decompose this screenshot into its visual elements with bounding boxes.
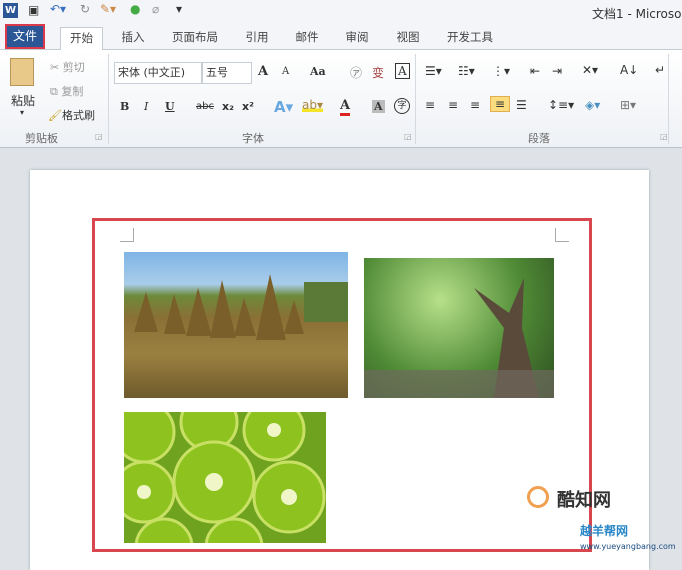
clipboard-launcher-icon[interactable]: ◲ <box>95 132 103 141</box>
selection-highlight-box <box>92 218 592 552</box>
color-icon[interactable]: ● <box>130 2 140 16</box>
tab-developer[interactable]: 开发工具 <box>442 27 498 50</box>
char-shading-button[interactable]: A <box>372 100 385 113</box>
paragraph-group-label: 段落 <box>528 132 550 145</box>
align-right-icon[interactable]: ≡ <box>470 98 480 112</box>
tab-review[interactable]: 审阅 <box>340 27 374 50</box>
paste-button[interactable]: 粘贴 <box>11 92 35 109</box>
divider <box>108 54 109 144</box>
line-spacing-icon[interactable]: ↕≡▾ <box>548 98 574 112</box>
tab-file[interactable]: 文件 <box>5 24 45 49</box>
word-logo-icon: W <box>3 3 18 18</box>
watermark-brand: 酷知网 <box>557 490 611 511</box>
sort-icon[interactable]: A↓ <box>620 63 638 77</box>
eraser-icon[interactable]: ⌀ <box>152 2 159 16</box>
multilevel-list-icon[interactable]: ⋮▾ <box>492 64 510 78</box>
cut-label: 剪切 <box>62 61 85 74</box>
watermark: 酷知网 越羊帮网 www.yueyangbang.com <box>525 484 682 560</box>
font-size-value: 五号 <box>206 66 228 79</box>
copy-icon: ⧉ <box>50 85 62 98</box>
watermark-url: www.yueyangbang.com <box>580 542 676 551</box>
title-bar: W ▣ ↶▾ ↻ ✎▾ ● ⌀ ▾ 文档1 - Microso <box>0 0 682 22</box>
divider <box>668 54 669 144</box>
copy-label: 复制 <box>61 85 84 98</box>
divider <box>415 54 416 144</box>
decrease-indent-icon[interactable]: ⇤ <box>530 64 540 78</box>
brush-icon: 🖌 <box>48 109 62 122</box>
format-painter-button[interactable]: 🖌格式刷 <box>48 107 95 123</box>
scissors-icon: ✂ <box>50 61 63 74</box>
change-case-button[interactable]: Aa <box>310 65 326 78</box>
chinese-layout-icon[interactable]: ✕▾ <box>582 63 598 77</box>
undo-icon[interactable]: ↶▾ <box>50 2 66 16</box>
align-center-icon[interactable]: ≡ <box>448 98 458 112</box>
customize-icon[interactable]: ▾ <box>176 2 182 16</box>
distributed-icon[interactable]: ☰ <box>516 98 527 112</box>
char-box-icon[interactable]: A <box>395 63 410 79</box>
ribbon-tabs: 文件 开始 插入 页面布局 引用 邮件 审阅 视图 开发工具 <box>0 22 682 51</box>
paragraph-launcher-icon[interactable]: ◲ <box>660 132 668 141</box>
underline-button[interactable]: U <box>165 100 175 113</box>
bold-button[interactable]: B <box>120 100 129 113</box>
numbering-icon[interactable]: ☷▾ <box>458 64 475 78</box>
grow-font-button[interactable]: A <box>258 64 268 79</box>
font-name-select[interactable]: 宋体 (中文正) <box>114 62 202 84</box>
tab-mailings[interactable]: 邮件 <box>290 27 324 50</box>
tab-page-layout[interactable]: 页面布局 <box>165 27 225 50</box>
format-painter-label: 格式刷 <box>61 109 95 122</box>
shading-icon[interactable]: ◈▾ <box>585 98 600 112</box>
font-size-select[interactable]: 五号 <box>202 62 252 84</box>
watermark-logo-icon <box>527 486 549 508</box>
justify-icon[interactable]: ≡ <box>490 96 511 112</box>
phonetic-icon[interactable]: ㋐ <box>350 64 362 81</box>
paste-dropdown-icon[interactable]: ▾ <box>20 108 24 117</box>
ribbon: 粘贴 ▾ ✂ 剪切 ⧉ 复制 🖌格式刷 剪贴板 ◲ 宋体 (中文正) 五号 A … <box>0 50 682 148</box>
bullets-icon[interactable]: ☰▾ <box>425 64 442 78</box>
font-name-value: 宋体 (中文正) <box>118 66 186 79</box>
watermark-brand-2: 越羊帮网 <box>580 524 629 538</box>
tab-insert[interactable]: 插入 <box>115 27 151 50</box>
font-launcher-icon[interactable]: ◲ <box>404 132 412 141</box>
window-title: 文档1 - Microso <box>592 7 682 21</box>
highlight-icon[interactable]: ab▾ <box>302 98 323 112</box>
font-group-label: 字体 <box>242 132 264 145</box>
redo-icon[interactable]: ↻ <box>80 2 90 16</box>
borders-icon[interactable]: ⊞▾ <box>620 98 636 112</box>
tab-view[interactable]: 视图 <box>391 27 425 50</box>
paint-icon[interactable]: ✎▾ <box>100 2 116 16</box>
copy-button[interactable]: ⧉ 复制 <box>50 83 83 99</box>
enclose-char-button[interactable]: 字 <box>394 98 410 114</box>
italic-button[interactable]: I <box>144 100 148 113</box>
save-icon[interactable]: ▣ <box>28 3 39 17</box>
cut-button[interactable]: ✂ 剪切 <box>50 59 85 75</box>
show-marks-icon[interactable]: ↵ <box>655 63 665 77</box>
tab-home[interactable]: 开始 <box>60 27 103 51</box>
char-border-icon[interactable]: 变 <box>372 64 384 81</box>
align-left-icon[interactable]: ≡ <box>425 98 435 112</box>
font-color-button[interactable]: A <box>340 98 351 116</box>
increase-indent-icon[interactable]: ⇥ <box>552 64 562 78</box>
clipboard-group-label: 剪贴板 <box>25 132 58 145</box>
superscript-button[interactable]: x² <box>242 100 254 113</box>
shrink-font-button[interactable]: A <box>282 66 289 77</box>
paste-icon[interactable] <box>10 58 34 86</box>
tab-references[interactable]: 引用 <box>240 27 274 50</box>
text-effects-icon[interactable]: A▾ <box>274 98 293 116</box>
subscript-button[interactable]: x₂ <box>222 100 234 113</box>
strikethrough-button[interactable]: abc <box>196 101 214 112</box>
